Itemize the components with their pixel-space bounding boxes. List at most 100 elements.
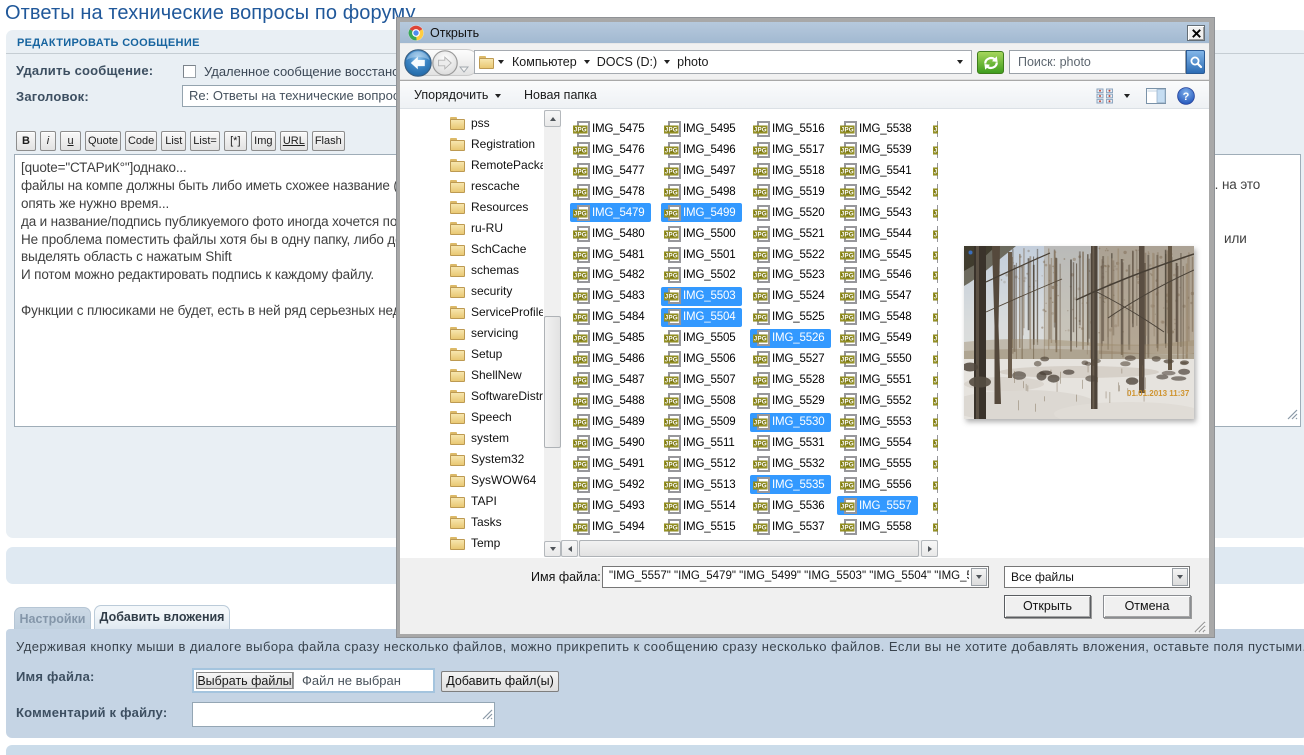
svg-text:JPG: JPG: [754, 252, 767, 259]
svg-text:JPG: JPG: [934, 441, 938, 448]
svg-text:JPG: JPG: [574, 524, 587, 531]
svg-text:JPG: JPG: [934, 252, 938, 259]
svg-text:JPG: JPG: [574, 126, 587, 133]
svg-text:JPG: JPG: [934, 524, 938, 531]
svg-text:JPG: JPG: [754, 273, 767, 280]
svg-text:JPG: JPG: [841, 462, 854, 469]
svg-text:JPG: JPG: [934, 126, 938, 133]
svg-text:JPG: JPG: [934, 315, 938, 322]
svg-text:JPG: JPG: [665, 378, 678, 385]
svg-text:JPG: JPG: [754, 378, 767, 385]
svg-text:JPG: JPG: [754, 210, 767, 217]
svg-text:JPG: JPG: [841, 252, 854, 259]
svg-text:JPG: JPG: [754, 189, 767, 196]
svg-text:JPG: JPG: [574, 147, 587, 154]
svg-text:JPG: JPG: [665, 336, 678, 343]
svg-text:JPG: JPG: [841, 147, 854, 154]
svg-text:JPG: JPG: [754, 168, 767, 175]
svg-text:JPG: JPG: [841, 336, 854, 343]
svg-text:JPG: JPG: [841, 441, 854, 448]
svg-text:JPG: JPG: [934, 420, 938, 427]
svg-text:JPG: JPG: [934, 399, 938, 406]
svg-text:JPG: JPG: [665, 252, 678, 259]
svg-text:JPG: JPG: [754, 399, 767, 406]
svg-text:JPG: JPG: [841, 357, 854, 364]
svg-text:JPG: JPG: [841, 399, 854, 406]
svg-text:JPG: JPG: [665, 441, 678, 448]
svg-text:JPG: JPG: [754, 294, 767, 301]
svg-text:JPG: JPG: [574, 399, 587, 406]
svg-text:JPG: JPG: [665, 482, 678, 489]
svg-text:JPG: JPG: [841, 315, 854, 322]
svg-text:JPG: JPG: [665, 126, 678, 133]
svg-text:JPG: JPG: [754, 126, 767, 133]
svg-text:JPG: JPG: [574, 168, 587, 175]
svg-text:JPG: JPG: [574, 420, 587, 427]
svg-text:JPG: JPG: [934, 231, 938, 238]
svg-text:JPG: JPG: [665, 294, 678, 301]
svg-text:JPG: JPG: [934, 210, 938, 217]
svg-text:JPG: JPG: [574, 273, 587, 280]
svg-text:JPG: JPG: [934, 503, 938, 510]
svg-text:JPG: JPG: [934, 462, 938, 469]
svg-text:JPG: JPG: [574, 231, 587, 238]
svg-text:JPG: JPG: [934, 168, 938, 175]
svg-text:JPG: JPG: [574, 315, 587, 322]
svg-text:JPG: JPG: [665, 231, 678, 238]
svg-text:JPG: JPG: [841, 378, 854, 385]
svg-text:JPG: JPG: [665, 210, 678, 217]
svg-text:JPG: JPG: [754, 315, 767, 322]
svg-text:JPG: JPG: [574, 210, 587, 217]
svg-text:JPG: JPG: [934, 294, 938, 301]
svg-text:JPG: JPG: [574, 294, 587, 301]
svg-text:JPG: JPG: [754, 336, 767, 343]
svg-text:JPG: JPG: [841, 482, 854, 489]
svg-text:JPG: JPG: [665, 357, 678, 364]
svg-text:JPG: JPG: [841, 168, 854, 175]
svg-text:JPG: JPG: [841, 420, 854, 427]
svg-text:JPG: JPG: [934, 378, 938, 385]
svg-text:JPG: JPG: [754, 524, 767, 531]
svg-text:JPG: JPG: [665, 524, 678, 531]
svg-text:JPG: JPG: [754, 231, 767, 238]
svg-text:JPG: JPG: [574, 189, 587, 196]
svg-text:JPG: JPG: [841, 294, 854, 301]
svg-text:JPG: JPG: [574, 336, 587, 343]
svg-text:JPG: JPG: [574, 503, 587, 510]
svg-text:?: ?: [1183, 91, 1190, 103]
svg-text:JPG: JPG: [665, 420, 678, 427]
svg-text:JPG: JPG: [665, 315, 678, 322]
svg-text:JPG: JPG: [665, 462, 678, 469]
svg-text:JPG: JPG: [841, 126, 854, 133]
svg-text:JPG: JPG: [574, 482, 587, 489]
svg-text:JPG: JPG: [841, 189, 854, 196]
svg-text:JPG: JPG: [934, 189, 938, 196]
svg-text:JPG: JPG: [934, 357, 938, 364]
svg-text:01.01.2013 11:37: 01.01.2013 11:37: [1127, 389, 1190, 398]
svg-text:JPG: JPG: [841, 524, 854, 531]
svg-text:JPG: JPG: [665, 399, 678, 406]
svg-text:JPG: JPG: [665, 168, 678, 175]
svg-text:JPG: JPG: [754, 503, 767, 510]
svg-text:JPG: JPG: [841, 210, 854, 217]
svg-text:JPG: JPG: [934, 336, 938, 343]
svg-text:JPG: JPG: [574, 252, 587, 259]
svg-text:JPG: JPG: [754, 441, 767, 448]
svg-text:JPG: JPG: [665, 189, 678, 196]
svg-text:JPG: JPG: [665, 273, 678, 280]
svg-text:JPG: JPG: [754, 147, 767, 154]
svg-text:JPG: JPG: [574, 462, 587, 469]
svg-text:JPG: JPG: [934, 273, 938, 280]
svg-text:JPG: JPG: [754, 357, 767, 364]
svg-text:JPG: JPG: [841, 231, 854, 238]
svg-text:JPG: JPG: [754, 462, 767, 469]
svg-text:JPG: JPG: [841, 503, 854, 510]
svg-text:JPG: JPG: [841, 273, 854, 280]
svg-text:JPG: JPG: [665, 503, 678, 510]
svg-text:JPG: JPG: [754, 420, 767, 427]
svg-text:JPG: JPG: [574, 357, 587, 364]
svg-text:JPG: JPG: [754, 482, 767, 489]
svg-text:JPG: JPG: [934, 147, 938, 154]
svg-text:JPG: JPG: [574, 441, 587, 448]
svg-text:JPG: JPG: [665, 147, 678, 154]
